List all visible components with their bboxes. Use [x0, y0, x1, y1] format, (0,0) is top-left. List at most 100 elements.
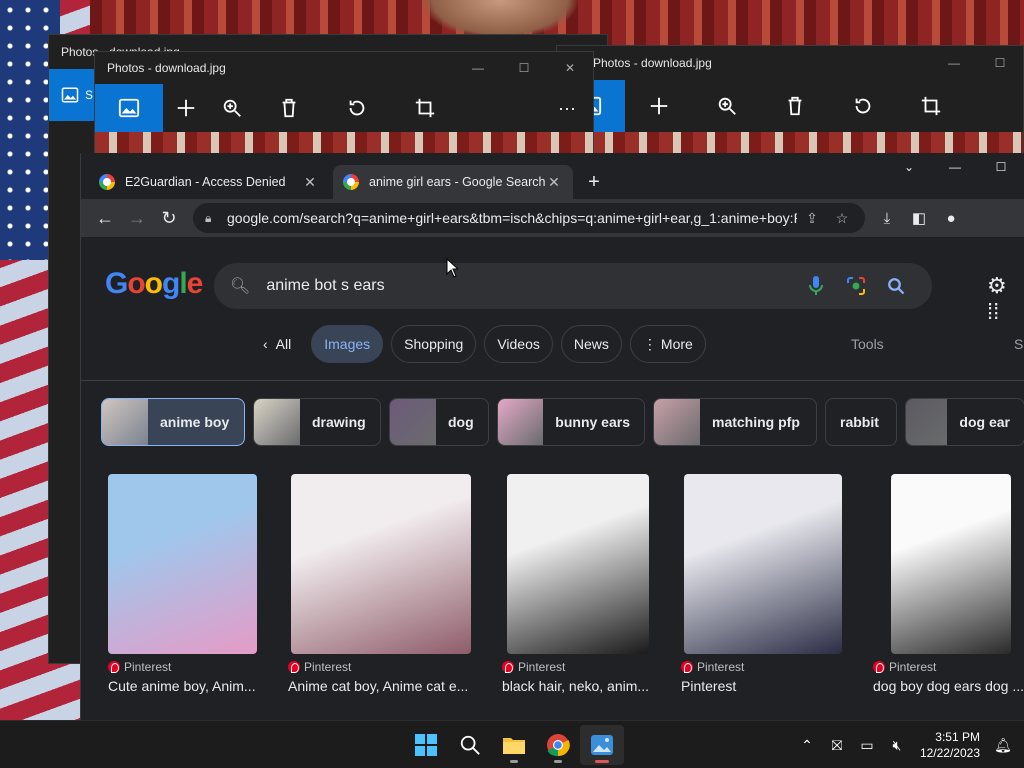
bookmark-star-icon[interactable]: ☆ [827, 210, 857, 227]
minimize-button[interactable]: — [931, 56, 977, 70]
result-thumbnail[interactable] [891, 474, 1011, 654]
settings-gear-icon[interactable]: ⚙ ⁞⁞ [987, 273, 1024, 325]
add-button[interactable] [163, 82, 209, 134]
result-title[interactable]: Pinterest [681, 678, 841, 694]
rotate-button[interactable] [323, 82, 391, 134]
tools-button[interactable]: Tools [851, 325, 884, 363]
reload-button[interactable]: ↻ [153, 202, 185, 234]
filter-images[interactable]: Images [311, 325, 384, 363]
side-panel-icon[interactable]: ◧ [903, 202, 935, 234]
zoom-in-icon [223, 99, 241, 117]
clock[interactable]: 3:51 PM 12/22/2023 [912, 729, 988, 761]
result-thumbnail[interactable] [108, 474, 257, 654]
tab-e2guardian[interactable]: E2Guardian - Access Denied ✕ [89, 165, 329, 199]
chrome-taskbar-button[interactable] [536, 725, 580, 765]
delete-button[interactable] [255, 82, 323, 134]
chip-anime-boy[interactable]: anime boy [101, 398, 245, 446]
forward-button[interactable]: → [121, 202, 153, 234]
image-result[interactable]: Pinterest dog boy dog ears dog ... [873, 474, 1024, 694]
close-tab-icon[interactable]: ✕ [301, 174, 319, 191]
chip-thumbnail [906, 399, 948, 445]
close-tab-icon[interactable]: ✕ [545, 174, 563, 191]
start-button[interactable] [404, 725, 448, 765]
result-title[interactable]: black hair, neko, anim... [502, 678, 662, 694]
google-logo[interactable]: Google [105, 267, 203, 301]
more-options-button[interactable]: ··· [541, 82, 593, 134]
address-bar[interactable]: 🔒︎ google.com/search?q=anime+girl+ears&t… [193, 203, 865, 233]
filter-all[interactable]: ‹ All [251, 325, 303, 363]
maximize-button[interactable]: ☐ [501, 61, 547, 75]
chevron-up-icon[interactable]: ⌃ [792, 737, 822, 754]
close-button[interactable]: ✕ [547, 61, 593, 75]
filter-shopping[interactable]: Shopping [391, 325, 477, 363]
image-result[interactable]: Pinterest Pinterest [681, 474, 842, 694]
display-icon[interactable]: ▭ [852, 737, 882, 754]
file-explorer-button[interactable] [492, 725, 536, 765]
pinterest-icon [108, 661, 120, 673]
photos-toolbar [557, 80, 1023, 132]
tab-google-search[interactable]: anime girl ears - Google Search ✕ [333, 165, 573, 199]
result-title[interactable]: dog boy dog ears dog ... [873, 678, 1024, 694]
window-title: Photos - download.jpg [593, 56, 712, 70]
minimize-button[interactable]: — [455, 61, 501, 75]
pinterest-icon [288, 661, 300, 673]
photos-window-right[interactable]: Photos - download.jpg — ☐ [556, 45, 1024, 166]
new-tab-button[interactable]: + [577, 165, 611, 199]
search-input[interactable]: anime bot s ears [266, 277, 796, 295]
chip-dog[interactable]: dog [389, 398, 489, 446]
image-result[interactable]: Pinterest Anime cat boy, Anime cat e... [288, 474, 478, 694]
share-icon[interactable]: ⇪ [797, 210, 827, 227]
maximize-button[interactable]: ☐ [978, 153, 1024, 181]
filter-more[interactable]: ⋮ More [629, 325, 706, 363]
chip-label: drawing [312, 414, 366, 430]
crop-button[interactable] [897, 80, 965, 132]
chip-matching-pfp[interactable]: matching pfp [653, 398, 817, 446]
maximize-button[interactable]: ☐ [977, 56, 1023, 70]
notification-bell-icon[interactable]: 🔔︎ [988, 737, 1018, 754]
pinterest-icon [873, 661, 885, 673]
result-thumbnail[interactable] [291, 474, 471, 654]
result-source: Pinterest [304, 660, 352, 674]
chip-rabbit[interactable]: rabbit [825, 398, 897, 446]
image-result[interactable]: Pinterest black hair, neko, anim... [502, 474, 662, 694]
chip-label: bunny ears [555, 414, 630, 430]
rotate-button[interactable] [829, 80, 897, 132]
image-result[interactable]: Pinterest Cute anime boy, Anim... [108, 474, 268, 694]
taskbar-search-button[interactable] [448, 725, 492, 765]
voice-search-icon[interactable] [796, 276, 836, 296]
network-off-icon[interactable]: ⛝ [822, 737, 852, 754]
result-title[interactable]: Cute anime boy, Anim... [108, 678, 268, 694]
chip-dog-ear[interactable]: dog ear [905, 398, 1024, 446]
url-text[interactable]: google.com/search?q=anime+girl+ears&tbm=… [227, 210, 797, 226]
chip-bunny-ears[interactable]: bunny ears [497, 398, 645, 446]
result-thumbnail[interactable] [507, 474, 649, 654]
chrome-window[interactable]: E2Guardian - Access Denied ✕ anime girl … [80, 153, 1024, 720]
back-button[interactable]: ← [89, 202, 121, 234]
photos-window-mid[interactable]: Photos - download.jpg — ☐ ✕ ··· [94, 51, 594, 154]
photo-preview [95, 132, 593, 154]
zoom-button[interactable] [209, 82, 255, 134]
volume-muted-icon[interactable]: 🔇︎ [882, 737, 912, 754]
minimize-button[interactable]: — [932, 153, 978, 181]
chip-drawing[interactable]: drawing [253, 398, 381, 446]
download-icon[interactable]: ⤓ [871, 202, 903, 234]
filter-videos[interactable]: Videos [484, 325, 553, 363]
result-title[interactable]: Anime cat boy, Anime cat e... [288, 678, 478, 694]
view-photo-button[interactable] [95, 84, 163, 132]
delete-button[interactable] [761, 80, 829, 132]
trash-icon [282, 98, 296, 118]
crop-button[interactable] [391, 82, 459, 134]
chip-thumbnail [654, 399, 700, 445]
safesearch-button-truncated[interactable]: S [1014, 325, 1023, 363]
filter-news[interactable]: News [560, 325, 622, 363]
result-thumbnail[interactable] [684, 474, 842, 654]
zoom-button[interactable] [693, 80, 761, 132]
search-submit-icon[interactable] [876, 277, 916, 295]
photos-taskbar-button[interactable] [580, 725, 624, 765]
lens-search-icon[interactable] [836, 276, 876, 296]
add-button[interactable] [625, 80, 693, 132]
profile-icon[interactable]: ● [935, 202, 967, 234]
chip-label: rabbit [840, 414, 879, 430]
search-box[interactable]: 🔍︎ anime bot s ears [214, 263, 932, 309]
tab-search-button[interactable]: ⌄ [886, 153, 932, 181]
